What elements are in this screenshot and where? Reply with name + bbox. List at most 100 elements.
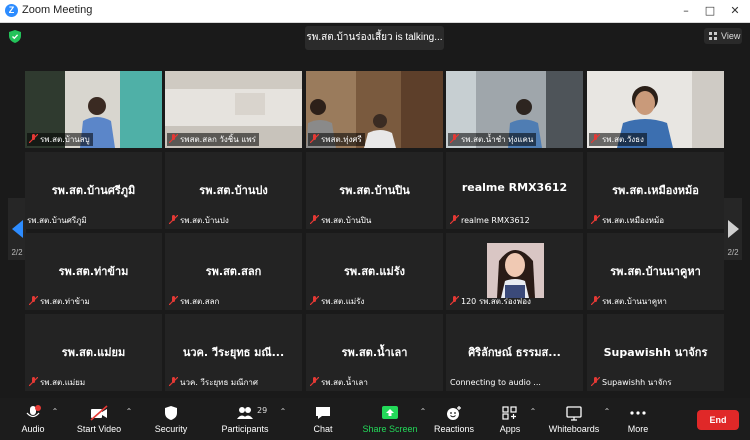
smiley-icon — [447, 406, 461, 420]
participant-display-name: รพ.สต.แม่ยม — [61, 346, 126, 359]
end-meeting-button[interactable]: End — [697, 410, 739, 430]
participant-tile-16[interactable]: รพ.สต.แม่ยม รพ.สต.แม่ยม — [25, 314, 162, 391]
participant-tile-11[interactable]: รพ.สต.ท่าข้าม รพ.สต.ท่าข้าม — [25, 233, 162, 310]
caret-up-icon: ⌃ — [603, 407, 611, 416]
participant-display-name: realme RMX3612 — [461, 181, 568, 194]
security-shield-icon — [165, 406, 177, 420]
next-page-button[interactable]: 2/2 — [724, 198, 742, 260]
participant-name-tag: รพ.สต.วังธง — [589, 133, 647, 146]
audio-label: Audio — [21, 424, 45, 434]
whiteboards-options-caret[interactable]: ⌃ — [602, 398, 612, 440]
close-button[interactable]: ✕ — [727, 3, 743, 18]
muted-mic-icon — [310, 215, 319, 224]
muted-mic-icon — [29, 377, 38, 386]
participants-label: Participants — [221, 424, 269, 434]
participant-display-name: รพ.สต.บ้านปิน — [339, 184, 410, 197]
reactions-label: Reactions — [433, 424, 475, 434]
participants-options-caret[interactable]: ⌃ — [278, 398, 288, 440]
participant-tile-13[interactable]: รพ.สต.แม่รัง รพ.สต.แม่รัง — [306, 233, 443, 310]
grid-view-icon — [709, 32, 717, 40]
participant-name: รพ.สต.บ้านศรีภูมิ — [27, 216, 87, 225]
participant-name: รพ.สต.น้ำเลา — [321, 378, 368, 387]
previous-page-button[interactable]: 2/2 — [8, 198, 26, 260]
participant-name-tag: Supawishh นาจักร — [589, 376, 675, 389]
participant-name: รพ.สต.บ้านสบู — [40, 135, 90, 144]
participant-name: รพ.สต.บ้านนาคูหา — [602, 297, 667, 306]
start-video-label: Start Video — [76, 424, 122, 434]
participant-name: รพ.สต.น้ำชำ ทุ่งแคน — [461, 135, 534, 144]
participant-name-tag: รพ.สต.บ้านศรีภูมิ — [25, 214, 90, 227]
participants-button[interactable]: Participants — [220, 398, 270, 440]
caret-up-icon: ⌃ — [419, 407, 427, 416]
minimize-button[interactable]: – — [678, 3, 694, 18]
participant-display-name: รพ.สต.บ้านศรีภูมิ — [51, 184, 136, 197]
start-video-button[interactable]: Start Video — [74, 398, 124, 440]
participant-tile-14[interactable]: 120 รพ.สต.ร่องฟอง — [446, 233, 583, 310]
chat-bubble-icon — [316, 407, 330, 419]
participant-name-tag: 120 รพ.สต.ร่องฟอง — [448, 295, 534, 308]
muted-mic-icon — [450, 134, 459, 143]
shield-icon[interactable] — [9, 30, 21, 43]
participant-name-tag: รพ.สต.น้ำชำ ทุ่งแคน — [448, 133, 537, 146]
muted-mic-icon — [310, 377, 319, 386]
participant-tile-8[interactable]: รพ.สต.บ้านปิน รพ.สต.บ้านปิน — [306, 152, 443, 229]
apps-label: Apps — [499, 424, 521, 434]
participant-tile-12[interactable]: รพ.สต.สลก รพ.สต.สลก — [165, 233, 302, 310]
security-label: Security — [154, 424, 188, 434]
participant-tile-18[interactable]: รพ.สต.น้ำเลา รพ.สต.น้ำเลา — [306, 314, 443, 391]
participant-tile-19[interactable]: ศิริลักษณ์ ธรรมส... Connecting to audio … — [446, 314, 583, 391]
participant-name-tag: รพ.สต.บ้านสบู — [27, 133, 93, 146]
caret-up-icon: ⌃ — [51, 407, 59, 416]
participant-name: รพ.สต.สลก — [180, 297, 220, 306]
share-screen-button[interactable]: Share Screen — [362, 398, 418, 440]
participant-tile-6[interactable]: รพ.สต.บ้านศรีภูมิ รพ.สต.บ้านศรีภูมิ — [25, 152, 162, 229]
caret-up-icon: ⌃ — [125, 407, 133, 416]
participant-display-name: รพ.สต.แม่รัง — [344, 265, 405, 278]
view-button-label: View — [721, 31, 741, 41]
video-tile-5[interactable]: รพ.สต.วังธง — [587, 71, 724, 148]
audio-options-caret[interactable]: ⌃ — [50, 398, 60, 440]
arrow-left-icon — [12, 220, 23, 238]
participant-tile-10[interactable]: รพ.สต.เหมืองหม้อ รพ.สต.เหมืองหม้อ — [587, 152, 724, 229]
apps-button[interactable]: Apps — [492, 398, 528, 440]
share-screen-icon — [382, 406, 398, 419]
apps-options-caret[interactable]: ⌃ — [528, 398, 538, 440]
participant-tile-7[interactable]: รพ.สต.บ้านปง รพ.สต.บ้านปง — [165, 152, 302, 229]
video-tile-1[interactable]: รพ.สต.บ้านสบู — [25, 71, 162, 148]
audio-button[interactable]: Audio — [12, 398, 54, 440]
muted-mic-icon — [169, 296, 178, 305]
share-screen-label: Share Screen — [362, 424, 418, 434]
more-dots-icon — [630, 411, 646, 415]
video-tile-4[interactable]: รพ.สต.น้ำชำ ทุ่งแคน — [446, 71, 583, 148]
participant-name: รพ.สต.บ้านปิน — [321, 216, 372, 225]
muted-mic-icon — [29, 134, 38, 143]
reactions-button[interactable]: Reactions — [432, 398, 476, 440]
view-button[interactable]: View — [704, 28, 742, 44]
whiteboards-button[interactable]: Whiteboards — [546, 398, 602, 440]
share-options-caret[interactable]: ⌃ — [418, 398, 428, 440]
chat-button[interactable]: Chat — [302, 398, 344, 440]
participant-name-tag: รพ.สต.บ้านปิน — [308, 214, 374, 227]
participant-tile-15[interactable]: รพ.สต.บ้านนาคูหา รพ.สต.บ้านนาคูหา — [587, 233, 724, 310]
participant-display-name: นวค. วีระยุทธ มณี... — [182, 346, 285, 359]
apps-icon — [502, 406, 517, 420]
participant-tile-17[interactable]: นวค. วีระยุทธ มณี... นวค. วีระยุทธ มณีกา… — [165, 314, 302, 391]
video-options-caret[interactable]: ⌃ — [124, 398, 134, 440]
video-tile-3[interactable]: รพสต.ทุ่งศรี — [306, 71, 443, 148]
muted-mic-icon — [450, 215, 459, 224]
whiteboard-icon — [566, 406, 582, 421]
video-tile-2[interactable]: รพสต.สลก วังชิ้น แพร่ — [165, 71, 302, 148]
maximize-button[interactable]: □ — [702, 3, 718, 18]
participant-name: รพสต.ทุ่งศรี — [321, 135, 362, 144]
participant-display-name: รพ.สต.บ้านนาคูหา — [610, 265, 701, 278]
chat-label: Chat — [313, 424, 333, 434]
participant-name-tag: รพ.สต.ท่าข้าม — [27, 295, 93, 308]
page-indicator-left: 2/2 — [11, 248, 23, 257]
participant-tile-20[interactable]: Supawishh นาจักร Supawishh นาจักร — [587, 314, 724, 391]
participant-name: 120 รพ.สต.ร่องฟอง — [461, 297, 531, 306]
participants-count: 29 — [257, 406, 268, 415]
more-button[interactable]: More — [620, 398, 656, 440]
security-button[interactable]: Security — [150, 398, 192, 440]
participant-tile-9[interactable]: realme RMX3612 realme RMX3612 — [446, 152, 583, 229]
participant-display-name: รพ.สต.ท่าข้าม — [58, 265, 129, 278]
